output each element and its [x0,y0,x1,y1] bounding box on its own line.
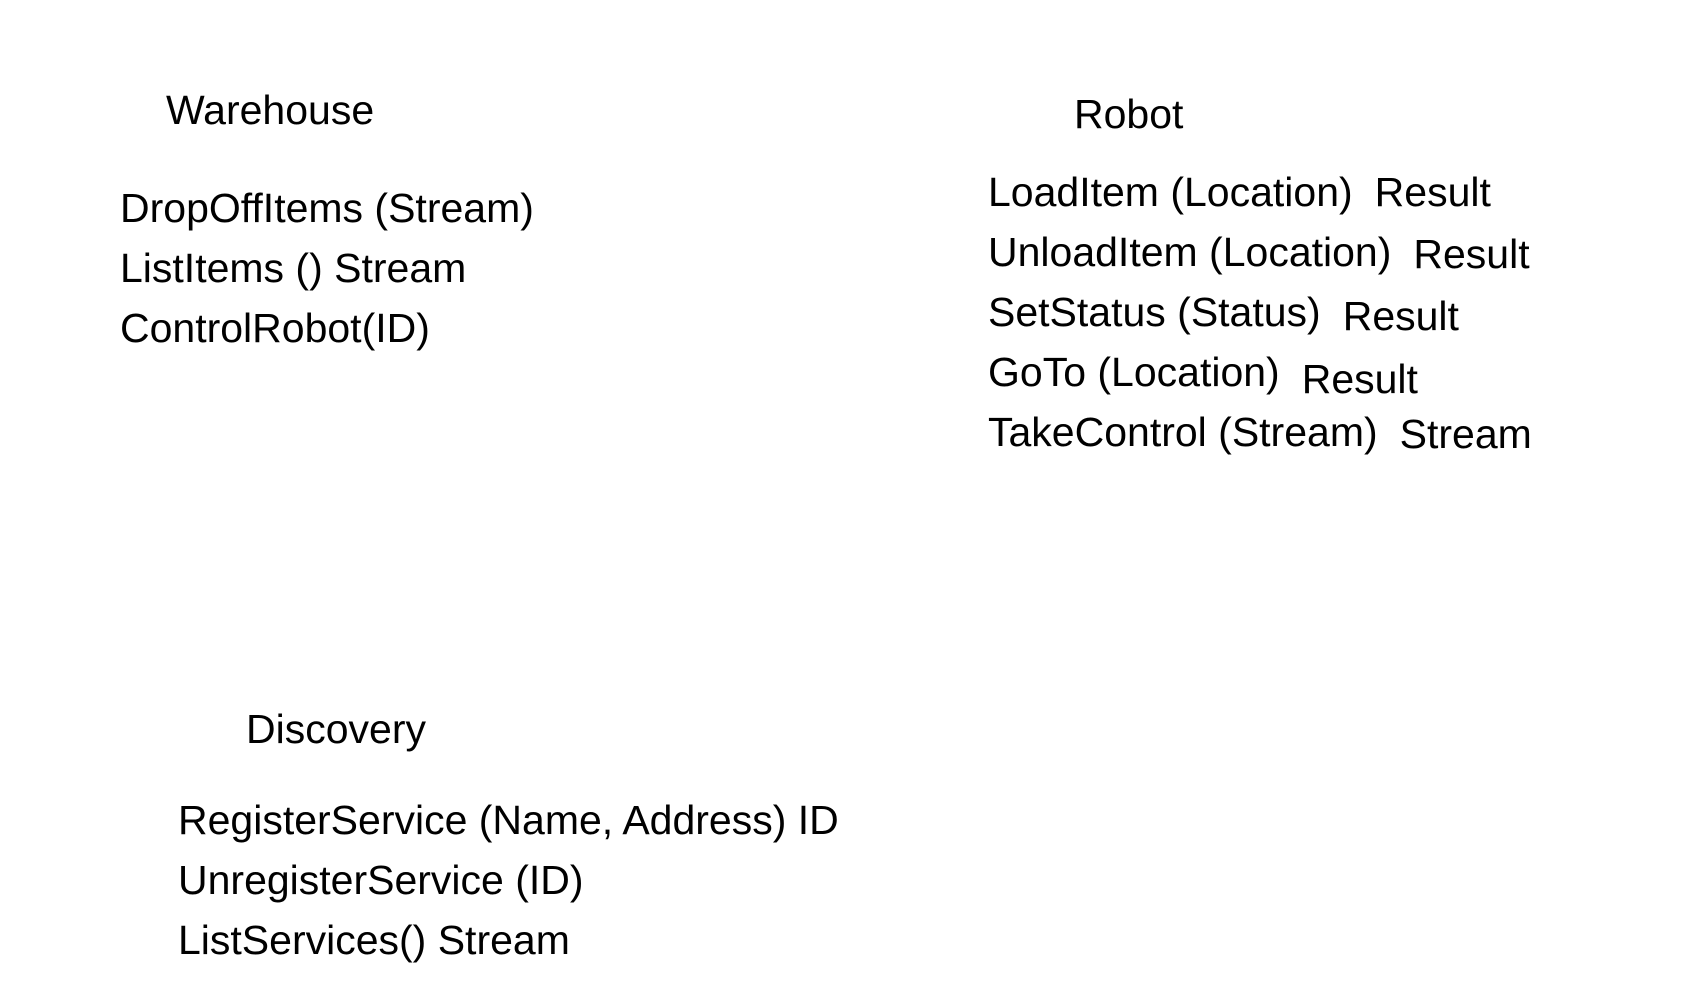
robot-method-takecontrol: TakeControl (Stream) Stream [988,402,1532,462]
method-signature: UnregisterService (ID) [178,857,584,903]
method-return-type: Result [1342,293,1459,339]
method-return-type: Result [1301,356,1418,402]
warehouse-title: Warehouse [166,87,375,133]
robot-method-unloaditem: UnloadItem (Location) Result [988,222,1532,282]
warehouse-method-controlrobot: ControlRobot(ID) [120,298,534,358]
method-signature: UnloadItem (Location) [988,229,1392,275]
discovery-method-listservices: ListServices() Stream [178,910,839,970]
method-return-type: Result [1374,169,1491,215]
warehouse-method-list: DropOffItems (Stream) ListItems () Strea… [120,178,534,358]
method-signature: ListServices() Stream [178,917,570,963]
discovery-method-registerservice: RegisterService (Name, Address) ID [178,790,839,850]
method-signature: LoadItem (Location) [988,169,1353,215]
method-signature: SetStatus (Status) [988,289,1321,335]
robot-method-setstatus: SetStatus (Status) Result [988,282,1532,342]
discovery-title: Discovery [246,706,426,752]
method-return-type: Result [1413,231,1530,277]
method-signature: ListItems () Stream [120,245,467,291]
method-signature: DropOffItems (Stream) [120,185,534,231]
discovery-method-list: RegisterService (Name, Address) ID Unreg… [178,790,839,970]
method-signature: ControlRobot(ID) [120,305,430,351]
robot-method-loaditem: LoadItem (Location) Result [988,162,1532,222]
robot-method-list: LoadItem (Location) Result UnloadItem (Lo… [988,162,1532,462]
warehouse-method-listitems: ListItems () Stream [120,238,534,298]
method-return-type: Stream [1399,411,1532,457]
discovery-method-unregisterservice: UnregisterService (ID) [178,850,839,910]
robot-method-goto: GoTo (Location) Result [988,342,1532,402]
method-signature: GoTo (Location) [988,349,1280,395]
robot-title: Robot [1074,91,1184,137]
warehouse-method-dropoffitems: DropOffItems (Stream) [120,178,534,238]
method-signature: TakeControl (Stream) [988,409,1378,455]
method-signature: RegisterService (Name, Address) ID [178,797,839,843]
